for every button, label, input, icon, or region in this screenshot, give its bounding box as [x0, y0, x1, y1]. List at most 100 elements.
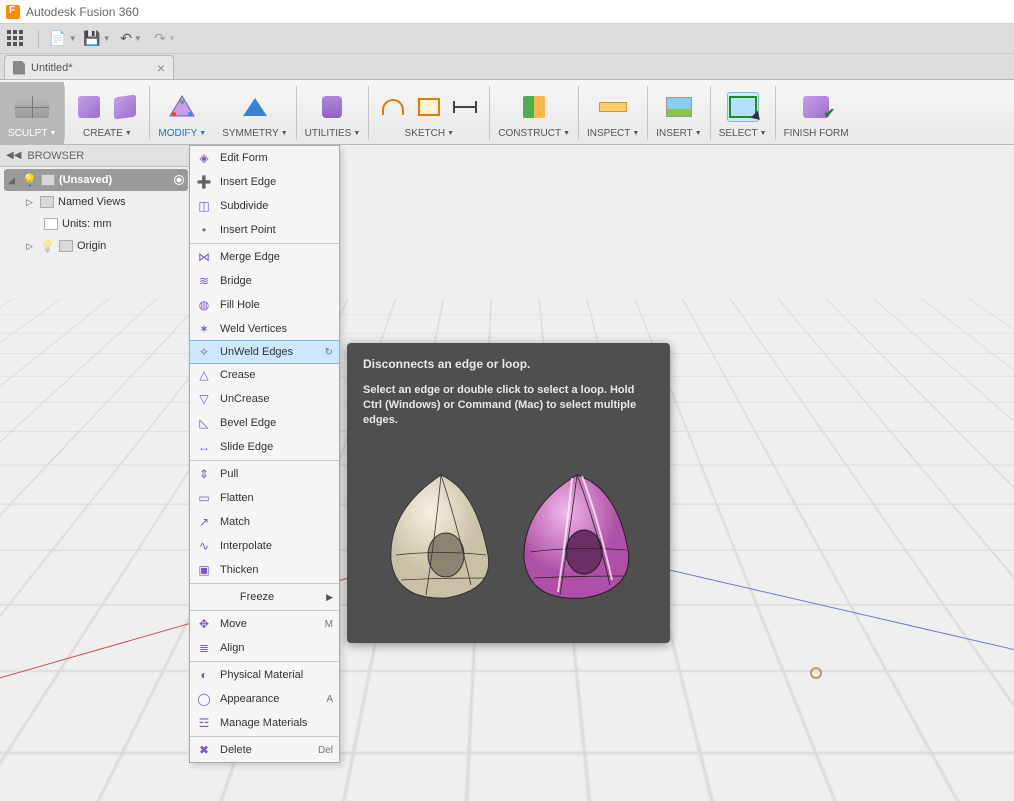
- menu-item-label: Thicken: [220, 564, 259, 576]
- menu-item-crease[interactable]: △Crease: [190, 363, 339, 387]
- menu-item-move[interactable]: ✥MoveM: [190, 612, 339, 636]
- menu-item-delete[interactable]: ✖DeleteDel: [190, 738, 339, 762]
- ribbon-group-insert[interactable]: INSERT▼: [648, 82, 709, 144]
- picture-icon: [666, 97, 692, 117]
- viewport-3d[interactable]: ◀◀ BROWSER ◢💡 (Unsaved) ▷ Named Views Un…: [0, 145, 1014, 801]
- menu-item-uncrease[interactable]: ▽UnCrease: [190, 387, 339, 411]
- close-tab-icon[interactable]: ×: [157, 60, 165, 76]
- rect-icon: [418, 98, 440, 116]
- ribbon-label: SELECT: [719, 128, 758, 139]
- menu-item-icon: ✥: [196, 616, 212, 632]
- ribbon-label: MODIFY: [158, 128, 197, 139]
- select-icon: [729, 96, 757, 118]
- ribbon-group-modify[interactable]: MODIFY▼: [150, 82, 214, 144]
- dimension-icon: [453, 106, 477, 108]
- menu-item-label: Fill Hole: [220, 299, 260, 311]
- menu-item-align[interactable]: ≣ Align: [190, 636, 339, 660]
- menu-item-label: Subdivide: [220, 200, 268, 212]
- tooltip-illustration: [363, 438, 654, 633]
- box-icon: [114, 94, 136, 119]
- tree-item-units[interactable]: Units: mm: [40, 213, 188, 235]
- save-icon[interactable]: 💾▼: [87, 29, 107, 49]
- tooltip-title: Disconnects an edge or loop.: [363, 357, 654, 371]
- menu-item-icon: ↔: [196, 439, 212, 455]
- undo-icon[interactable]: ↶▼: [121, 29, 141, 49]
- ribbon-label: INSERT: [656, 128, 693, 139]
- menu-item-flatten[interactable]: ▭Flatten: [190, 486, 339, 510]
- menu-item-merge-edge[interactable]: ⋈Merge Edge: [190, 245, 339, 269]
- ribbon-group-create[interactable]: CREATE▼: [65, 82, 149, 144]
- menu-item-insert-point[interactable]: • Insert Point: [190, 218, 339, 242]
- menu-item-unweld-edges[interactable]: ✧UnWeld Edges↻: [189, 340, 340, 364]
- menu-item-label: Weld Vertices: [220, 323, 287, 335]
- menu-item-label: Insert Point: [220, 224, 276, 236]
- menu-item-icon: ☲: [196, 715, 212, 731]
- menu-item-icon: ✖: [196, 742, 212, 758]
- redo-icon[interactable]: ↷▼: [155, 29, 175, 49]
- document-tab[interactable]: Untitled* ×: [4, 55, 174, 79]
- menu-item-icon: ✧: [196, 344, 212, 360]
- ribbon-group-utilities[interactable]: UTILITIES▼: [297, 82, 369, 144]
- menu-item-icon: •: [196, 222, 212, 238]
- file-menu-icon[interactable]: 📄▼: [53, 29, 73, 49]
- tree-item-named-views[interactable]: ▷ Named Views: [22, 191, 188, 213]
- menu-item-pull[interactable]: ⇕Pull: [190, 462, 339, 486]
- ribbon-group-sculpt[interactable]: SCULPT▼: [0, 82, 64, 144]
- command-tooltip: Disconnects an edge or loop. Select an e…: [347, 343, 670, 643]
- tree-label: Named Views: [58, 196, 126, 208]
- box-icon: [78, 96, 100, 118]
- ribbon-group-select[interactable]: SELECT▼: [711, 82, 775, 144]
- menu-item-thicken[interactable]: ▣Thicken: [190, 558, 339, 582]
- menu-item-icon: ◍: [196, 297, 212, 313]
- menu-item-icon: ◈: [196, 150, 212, 166]
- menu-item-subdivide[interactable]: ◫Subdivide: [190, 194, 339, 218]
- active-radio-icon[interactable]: [174, 175, 184, 185]
- menu-item-match[interactable]: ↗Match: [190, 510, 339, 534]
- ribbon-group-finish[interactable]: FINISH FORM: [776, 82, 857, 144]
- menu-item-manage-materials[interactable]: ☲Manage Materials: [190, 711, 339, 735]
- ribbon-group-sketch[interactable]: SKETCH▼: [369, 82, 489, 144]
- menu-item-interpolate[interactable]: ∿Interpolate: [190, 534, 339, 558]
- menu-item-fill-hole[interactable]: ◍ Fill Hole: [190, 293, 339, 317]
- modify-dropdown-menu: ◈Edit Form➕Insert Edge◫Subdivide • Insert …: [189, 145, 340, 763]
- menu-item-icon: △: [196, 367, 212, 383]
- menu-item-label: Bridge: [220, 275, 252, 287]
- menu-item-freeze[interactable]: Freeze▶: [190, 585, 339, 609]
- menu-item-weld-vertices[interactable]: ✶Weld Vertices: [190, 317, 339, 341]
- apps-grid-icon[interactable]: [6, 30, 24, 48]
- browser-panel-header[interactable]: ◀◀ BROWSER: [0, 145, 190, 167]
- menu-item-label: Freeze: [196, 591, 318, 603]
- tree-root[interactable]: ◢💡 (Unsaved): [4, 169, 188, 191]
- menu-item-icon: ≋: [196, 273, 212, 289]
- ribbon-label: INSPECT: [587, 128, 630, 139]
- collapse-icon[interactable]: ◀◀: [6, 150, 21, 161]
- menu-item-shortcut: A: [326, 694, 333, 705]
- ribbon-toolbar: SCULPT▼ CREATE▼ MODIFY▼ SYMMETRY▼ UTILIT…: [0, 80, 1014, 145]
- menu-item-label: Interpolate: [220, 540, 272, 552]
- ribbon-group-inspect[interactable]: INSPECT▼: [579, 82, 647, 144]
- browser-tree: ◢💡 (Unsaved) ▷ Named Views Units: mm ▷💡 …: [4, 169, 188, 257]
- menu-item-label: Align: [220, 642, 244, 654]
- origin-marker: [810, 667, 822, 679]
- separator: [38, 30, 39, 48]
- menu-item-insert-edge[interactable]: ➕Insert Edge: [190, 170, 339, 194]
- menu-item-physical-material[interactable]: ◐Physical Material: [190, 663, 339, 687]
- menu-item-shortcut: Del: [318, 745, 333, 756]
- menu-item-label: Physical Material: [220, 669, 303, 681]
- menu-item-bridge[interactable]: ≋ Bridge: [190, 269, 339, 293]
- ribbon-group-symmetry[interactable]: SYMMETRY▼: [214, 82, 295, 144]
- menu-item-icon: ≣: [196, 640, 212, 656]
- tree-label: Origin: [77, 240, 106, 252]
- menu-item-slide-edge[interactable]: ↔Slide Edge: [190, 435, 339, 459]
- menu-item-icon: ▭: [196, 490, 212, 506]
- menu-item-label: Appearance: [220, 693, 279, 705]
- tooltip-body: Select an edge or double click to select…: [363, 383, 654, 428]
- menu-item-appearance[interactable]: ◯AppearanceA: [190, 687, 339, 711]
- menu-item-icon: ⇕: [196, 466, 212, 482]
- tree-item-origin[interactable]: ▷💡 Origin: [22, 235, 188, 257]
- menu-item-edit-form[interactable]: ◈Edit Form: [190, 146, 339, 170]
- ribbon-label: SYMMETRY: [222, 128, 279, 139]
- ribbon-group-construct[interactable]: CONSTRUCT▼: [490, 82, 578, 144]
- menu-item-bevel-edge[interactable]: ◺Bevel Edge: [190, 411, 339, 435]
- ribbon-label: CREATE: [83, 128, 123, 139]
